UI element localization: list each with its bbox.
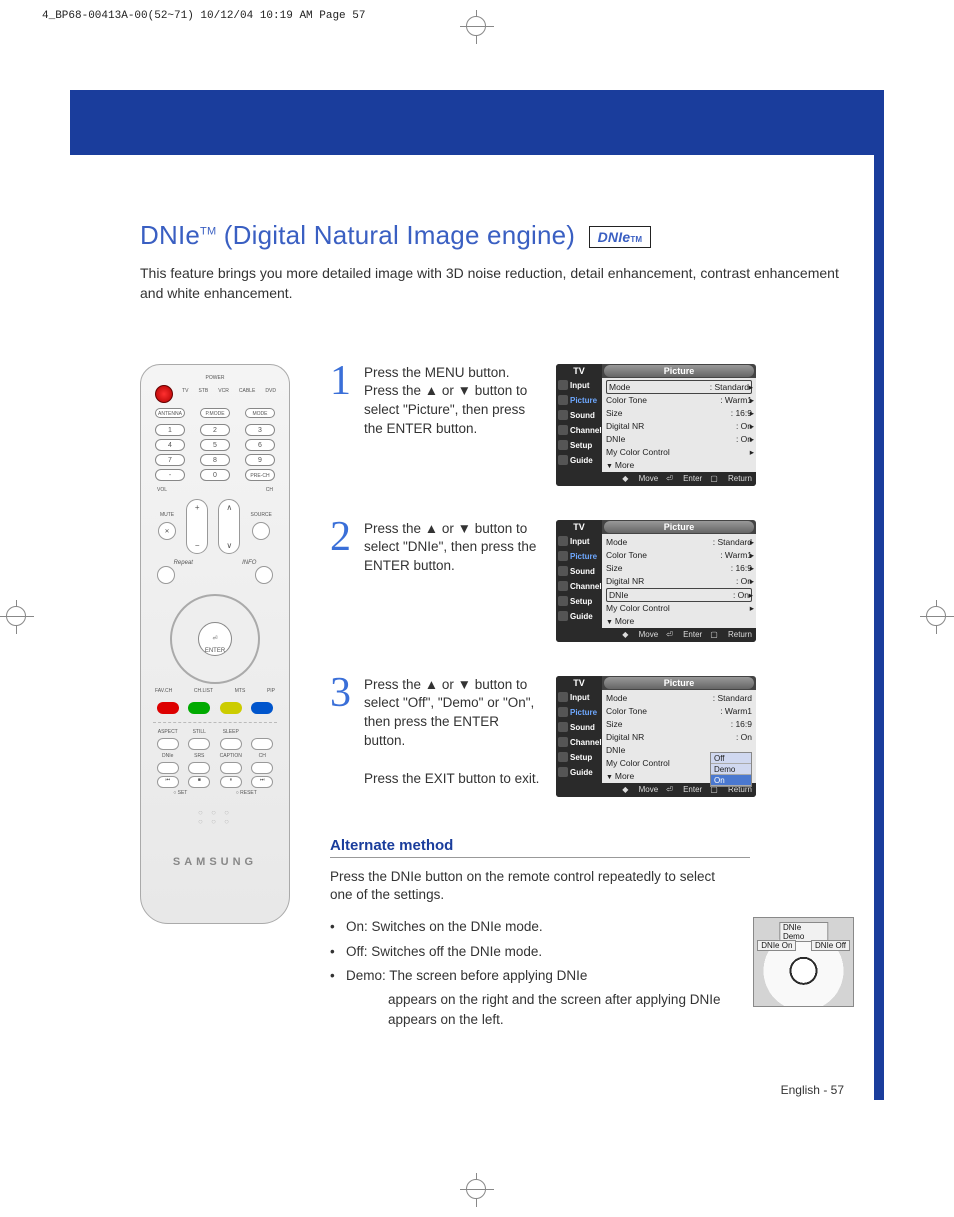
- power-icon: [155, 385, 173, 403]
- dnie-popup: Off Demo On: [710, 752, 752, 787]
- osd-step-1: TVPicture Input Picture Sound Channel Se…: [556, 364, 756, 486]
- crop-mark-right: [920, 600, 954, 634]
- alternate-method-text: Press the DNIe button on the remote cont…: [330, 868, 730, 906]
- page-footer: English - 57: [781, 1083, 844, 1097]
- menu-icon: [157, 566, 175, 584]
- step-1: 1 Press the MENU button. Press the ▲ or …: [330, 364, 854, 486]
- dnie-logo: DNIeTM: [589, 226, 652, 248]
- print-header: 4_BP68-00413A-00(52~71) 10/12/04 10:19 A…: [42, 10, 365, 22]
- crop-mark-left: [0, 600, 34, 634]
- remote-illustration: POWER TVSTBVCRCABLEDVD ANTENNA P.MODE MO…: [140, 364, 290, 924]
- header-band: [70, 90, 884, 155]
- step-3: 3 Press the ▲ or ▼ button to select "Off…: [330, 676, 854, 797]
- alternate-method-heading: Alternate method: [330, 837, 750, 858]
- crop-mark-top: [460, 10, 494, 44]
- page-title: DNIeTM (Digital Natural Image engine) DN…: [140, 220, 854, 251]
- side-tab: [874, 90, 884, 1100]
- brand-logo: SAMSUNG: [149, 856, 281, 868]
- demo-image: DNIe Demo DNIe On DNIe Off: [753, 917, 854, 1007]
- step-2: 2 Press the ▲ or ▼ button to select "DNI…: [330, 520, 854, 642]
- osd-step-2: TVPicture Input Picture Sound Channel Se…: [556, 520, 756, 642]
- bullets: •On: Switches on the DNIe mode. •Off: Sw…: [330, 917, 723, 1030]
- dpad: ⏎ENTER: [170, 594, 260, 684]
- intro-text: This feature brings you more detailed im…: [140, 263, 840, 304]
- osd-step-3: TVPicture Input Picture Sound Channel Se…: [556, 676, 756, 797]
- crop-mark-bottom: [460, 1173, 494, 1207]
